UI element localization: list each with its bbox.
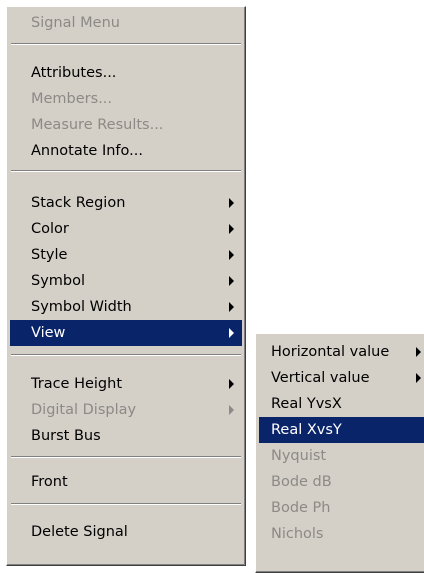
menu-item-label: Trace Height xyxy=(31,376,123,392)
menu-item-members[interactable]: Members... xyxy=(10,86,242,112)
menu-item-label: Horizontal value xyxy=(271,344,390,360)
signal-context-menu: Signal Menu Attributes... Members... Mea… xyxy=(6,6,246,566)
menu-item-symbol[interactable]: Symbol xyxy=(10,268,242,294)
submenu-arrow-icon xyxy=(229,328,234,338)
view-submenu: Horizontal value Vertical value Real Yvs… xyxy=(255,333,424,573)
submenu-arrow-icon xyxy=(416,347,421,357)
menu-item-burst-bus[interactable]: Burst Bus xyxy=(10,423,242,449)
submenu-item-vertical-value[interactable]: Vertical value xyxy=(259,365,424,391)
submenu-arrow-icon xyxy=(416,373,421,383)
submenu-item-nichols[interactable]: Nichols xyxy=(259,521,424,547)
submenu-arrow-icon xyxy=(229,302,234,312)
menu-item-stack-region[interactable]: Stack Region xyxy=(10,190,242,216)
menu-item-style[interactable]: Style xyxy=(10,242,242,268)
menu-item-label: Symbol Width xyxy=(31,299,132,315)
menu-title: Signal Menu xyxy=(31,15,120,31)
submenu-item-nyquist[interactable]: Nyquist xyxy=(259,443,424,469)
menu-item-color[interactable]: Color xyxy=(10,216,242,242)
submenu-item-real-xvsy[interactable]: Real XvsY xyxy=(259,417,424,443)
menu-item-label: Vertical value xyxy=(271,370,370,386)
menu-separator xyxy=(11,170,241,172)
submenu-arrow-icon xyxy=(229,379,234,389)
menu-item-label: Stack Region xyxy=(31,195,126,211)
menu-item-annotate-info[interactable]: Annotate Info... xyxy=(10,138,242,164)
submenu-arrow-icon xyxy=(229,224,234,234)
menu-item-view[interactable]: View xyxy=(10,320,242,346)
menu-separator xyxy=(11,43,241,45)
menu-item-label: Symbol xyxy=(31,273,86,289)
menu-item-digital-display[interactable]: Digital Display xyxy=(10,397,242,423)
menu-item-attributes[interactable]: Attributes... xyxy=(10,60,242,86)
menu-item-label: Digital Display xyxy=(31,402,137,418)
menu-item-label: Color xyxy=(31,221,69,237)
submenu-arrow-icon xyxy=(229,405,234,415)
menu-item-measure-results[interactable]: Measure Results... xyxy=(10,112,242,138)
submenu-arrow-icon xyxy=(229,250,234,260)
menu-separator xyxy=(11,503,241,505)
menu-item-label: Style xyxy=(31,247,68,263)
menu-item-front[interactable]: Front xyxy=(10,469,242,495)
menu-separator xyxy=(11,354,241,356)
menu-item-label: View xyxy=(31,325,66,341)
submenu-item-horizontal-value[interactable]: Horizontal value xyxy=(259,339,424,365)
menu-item-symbol-width[interactable]: Symbol Width xyxy=(10,294,242,320)
submenu-item-bode-ph[interactable]: Bode Ph xyxy=(259,495,424,521)
menu-item-delete-signal[interactable]: Delete Signal xyxy=(10,519,242,545)
submenu-item-bode-db[interactable]: Bode dB xyxy=(259,469,424,495)
submenu-arrow-icon xyxy=(229,198,234,208)
submenu-item-real-yvsx[interactable]: Real YvsX xyxy=(259,391,424,417)
menu-item-trace-height[interactable]: Trace Height xyxy=(10,371,242,397)
submenu-arrow-icon xyxy=(229,276,234,286)
menu-separator xyxy=(11,456,241,458)
